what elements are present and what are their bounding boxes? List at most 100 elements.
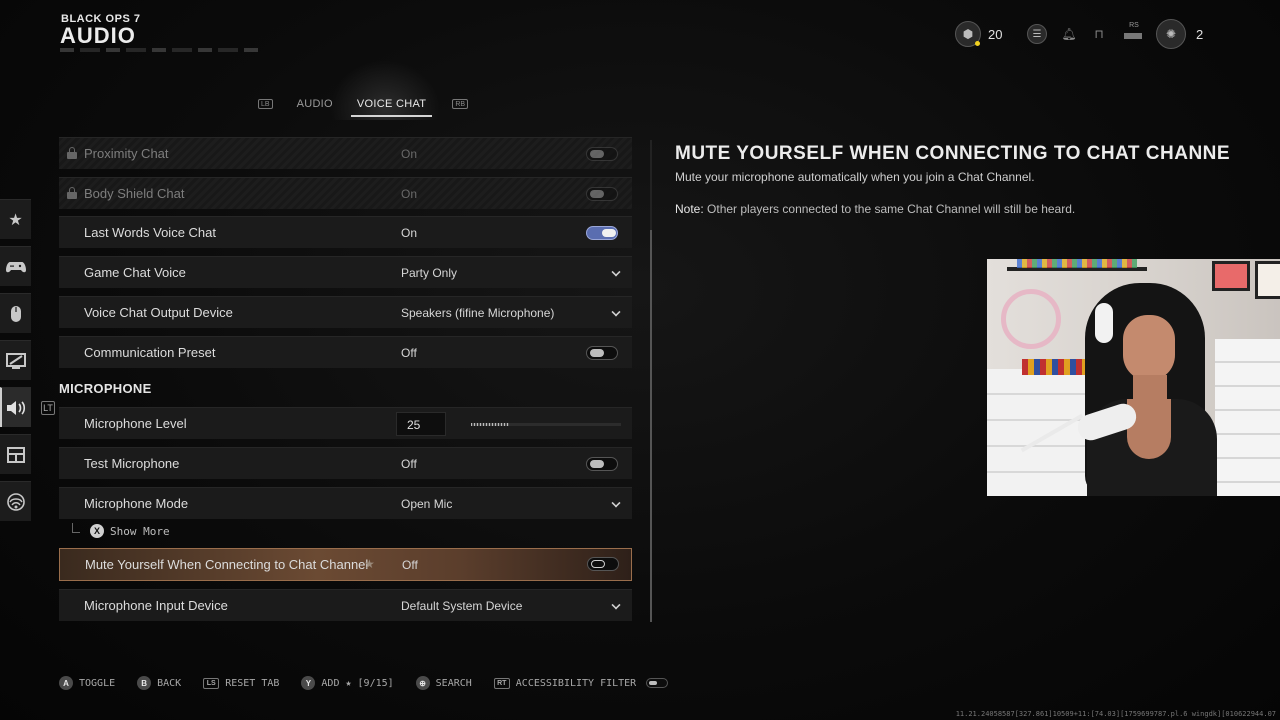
setting-row-last-words-voice-chat[interactable]: Last Words Voice Chat On xyxy=(59,216,632,248)
test-microphone-toggle[interactable] xyxy=(586,457,618,471)
setting-value: Off xyxy=(401,457,417,471)
setting-label: Mute Yourself When Connecting to Chat Ch… xyxy=(85,557,369,572)
hint-label: SEARCH xyxy=(435,677,472,689)
title-decoration xyxy=(60,48,260,52)
setting-label: Game Chat Voice xyxy=(84,265,186,280)
sidebar-item-mouse-keyboard[interactable] xyxy=(0,293,31,333)
notifications-button[interactable]: 🔔︎ xyxy=(1060,20,1078,48)
proximity-chat-toggle[interactable] xyxy=(586,147,618,161)
setting-label: Voice Chat Output Device xyxy=(84,305,233,320)
description-note: Note: Other players connected to the sam… xyxy=(675,202,1075,216)
chevron-down-icon[interactable] xyxy=(611,267,621,277)
setting-label: Microphone Level xyxy=(84,416,187,431)
webcam-overlay xyxy=(987,259,1280,496)
tab-audio[interactable]: AUDIO xyxy=(297,98,333,110)
sidebar-item-graphics[interactable] xyxy=(0,340,31,380)
hint-label: BACK xyxy=(157,677,182,689)
setting-row-microphone-level[interactable]: Microphone Level 25 xyxy=(59,407,632,439)
y-button-icon: Y xyxy=(301,676,316,690)
hint-toggle[interactable]: A TOGGLE xyxy=(59,676,115,690)
currency-icon: ⬢ xyxy=(955,21,981,47)
setting-value: On xyxy=(401,187,418,201)
currency-display[interactable]: ⬢ 20 xyxy=(955,20,1002,48)
sidebar-item-network[interactable] xyxy=(0,481,31,521)
star-icon: ★ xyxy=(8,211,23,229)
graphics-icon xyxy=(5,352,26,369)
hint-accessibility-filter[interactable]: RT ACCESSIBILITY FILTER xyxy=(493,677,669,689)
last-words-voice-chat-toggle[interactable] xyxy=(586,226,618,240)
settings-scrollbar[interactable] xyxy=(650,140,652,622)
party-display[interactable]: ✺ 2 xyxy=(1156,19,1203,49)
speaker-icon xyxy=(6,400,25,415)
tab-voice-chat[interactable]: VOICE CHAT xyxy=(350,98,433,117)
setting-row-communication-preset[interactable]: Communication Preset Off xyxy=(59,336,632,368)
lock-icon xyxy=(67,187,77,199)
currency-value: 20 xyxy=(988,26,1003,42)
body-shield-chat-toggle[interactable] xyxy=(586,187,618,201)
tree-branch-icon xyxy=(72,523,80,533)
sidebar-item-interface[interactable] xyxy=(0,434,31,474)
mute-on-connect-toggle[interactable] xyxy=(587,557,619,571)
communication-preset-toggle[interactable] xyxy=(586,346,618,360)
accessibility-filter-toggle[interactable] xyxy=(646,678,669,688)
show-more-label: Show More xyxy=(110,524,170,538)
lock-icon: ⊓ xyxy=(1094,27,1104,41)
rs-label: RS xyxy=(1129,22,1139,29)
setting-row-voice-chat-output-device[interactable]: Voice Chat Output Device Speakers (fifin… xyxy=(59,296,632,328)
button-hints-bar: A TOGGLE B BACK LS RESET TAB Y ADD ★ [9/… xyxy=(59,675,690,691)
setting-value: Speakers (fifine Microphone) xyxy=(401,306,555,320)
search-button-icon: ⊕ xyxy=(415,676,430,690)
hint-add-favorite[interactable]: Y ADD ★ [9/15] xyxy=(301,676,394,690)
hint-search[interactable]: ⊕ SEARCH xyxy=(415,676,472,690)
setting-row-microphone-input-device[interactable]: Microphone Input Device Default System D… xyxy=(59,589,632,621)
setting-label: Body Shield Chat xyxy=(84,186,185,201)
bell-icon: 🔔︎ xyxy=(1061,27,1077,41)
network-icon xyxy=(6,492,25,511)
sidebar-item-controller[interactable] xyxy=(0,246,31,286)
setting-row-mute-on-connect[interactable]: Mute Yourself When Connecting to Chat Ch… xyxy=(59,548,632,581)
sidebar-item-audio[interactable] xyxy=(0,387,31,427)
setting-label: Microphone Input Device xyxy=(84,598,228,613)
setting-value: Party Only xyxy=(401,266,458,280)
social-button[interactable]: ⊓ xyxy=(1090,20,1108,48)
hint-label: TOGGLE xyxy=(79,677,116,689)
hint-label: RESET TAB xyxy=(225,677,280,689)
lock-icon xyxy=(67,147,77,159)
interface-icon xyxy=(6,446,25,463)
chevron-down-icon[interactable] xyxy=(611,307,621,317)
left-trigger-icon: LT xyxy=(41,401,55,415)
rs-button[interactable]: RS xyxy=(1124,22,1144,46)
setting-value: Default System Device xyxy=(401,599,523,613)
left-bumper-icon[interactable]: LB xyxy=(258,99,273,109)
microphone-level-slider[interactable] xyxy=(471,423,621,426)
setting-row-body-shield-chat[interactable]: Body Shield Chat On xyxy=(59,177,632,209)
right-bumper-icon[interactable]: RB xyxy=(452,99,469,109)
setting-value: Open Mic xyxy=(401,497,453,511)
chevron-down-icon[interactable] xyxy=(611,498,621,508)
setting-row-microphone-mode[interactable]: Microphone Mode Open Mic xyxy=(59,487,632,519)
page-title: AUDIO xyxy=(60,23,136,48)
hint-reset-tab[interactable]: LS RESET TAB xyxy=(203,677,280,689)
hint-back[interactable]: B BACK xyxy=(137,676,181,690)
right-trigger-icon: RT xyxy=(493,677,510,689)
emblem-icon: ✺ xyxy=(1156,19,1186,49)
note-text: Other players connected to the same Chat… xyxy=(707,202,1076,216)
microphone-level-input[interactable]: 25 xyxy=(396,412,446,436)
menu-button[interactable]: ☰ xyxy=(1027,20,1047,48)
sidebar-item-favorites[interactable]: ★ xyxy=(0,199,31,239)
setting-row-test-microphone[interactable]: Test Microphone Off xyxy=(59,447,632,479)
rs-bar-icon xyxy=(1124,33,1142,39)
note-label: Note: xyxy=(675,202,704,216)
favorite-star-icon[interactable]: ★ xyxy=(364,557,375,571)
description-title: MUTE YOURSELF WHEN CONNECTING TO CHAT CH… xyxy=(675,143,1231,164)
setting-value: Off xyxy=(402,558,418,572)
mouse-icon xyxy=(10,305,21,322)
show-more-button[interactable]: X Show More xyxy=(72,523,170,539)
b-button-icon: B xyxy=(137,676,152,690)
slider-fill xyxy=(471,423,509,426)
setting-row-proximity-chat[interactable]: Proximity Chat On xyxy=(59,137,632,169)
setting-row-game-chat-voice[interactable]: Game Chat Voice Party Only xyxy=(59,256,632,288)
chevron-down-icon[interactable] xyxy=(611,600,621,610)
controller-icon xyxy=(5,261,26,272)
scroll-thumb[interactable] xyxy=(650,230,652,622)
